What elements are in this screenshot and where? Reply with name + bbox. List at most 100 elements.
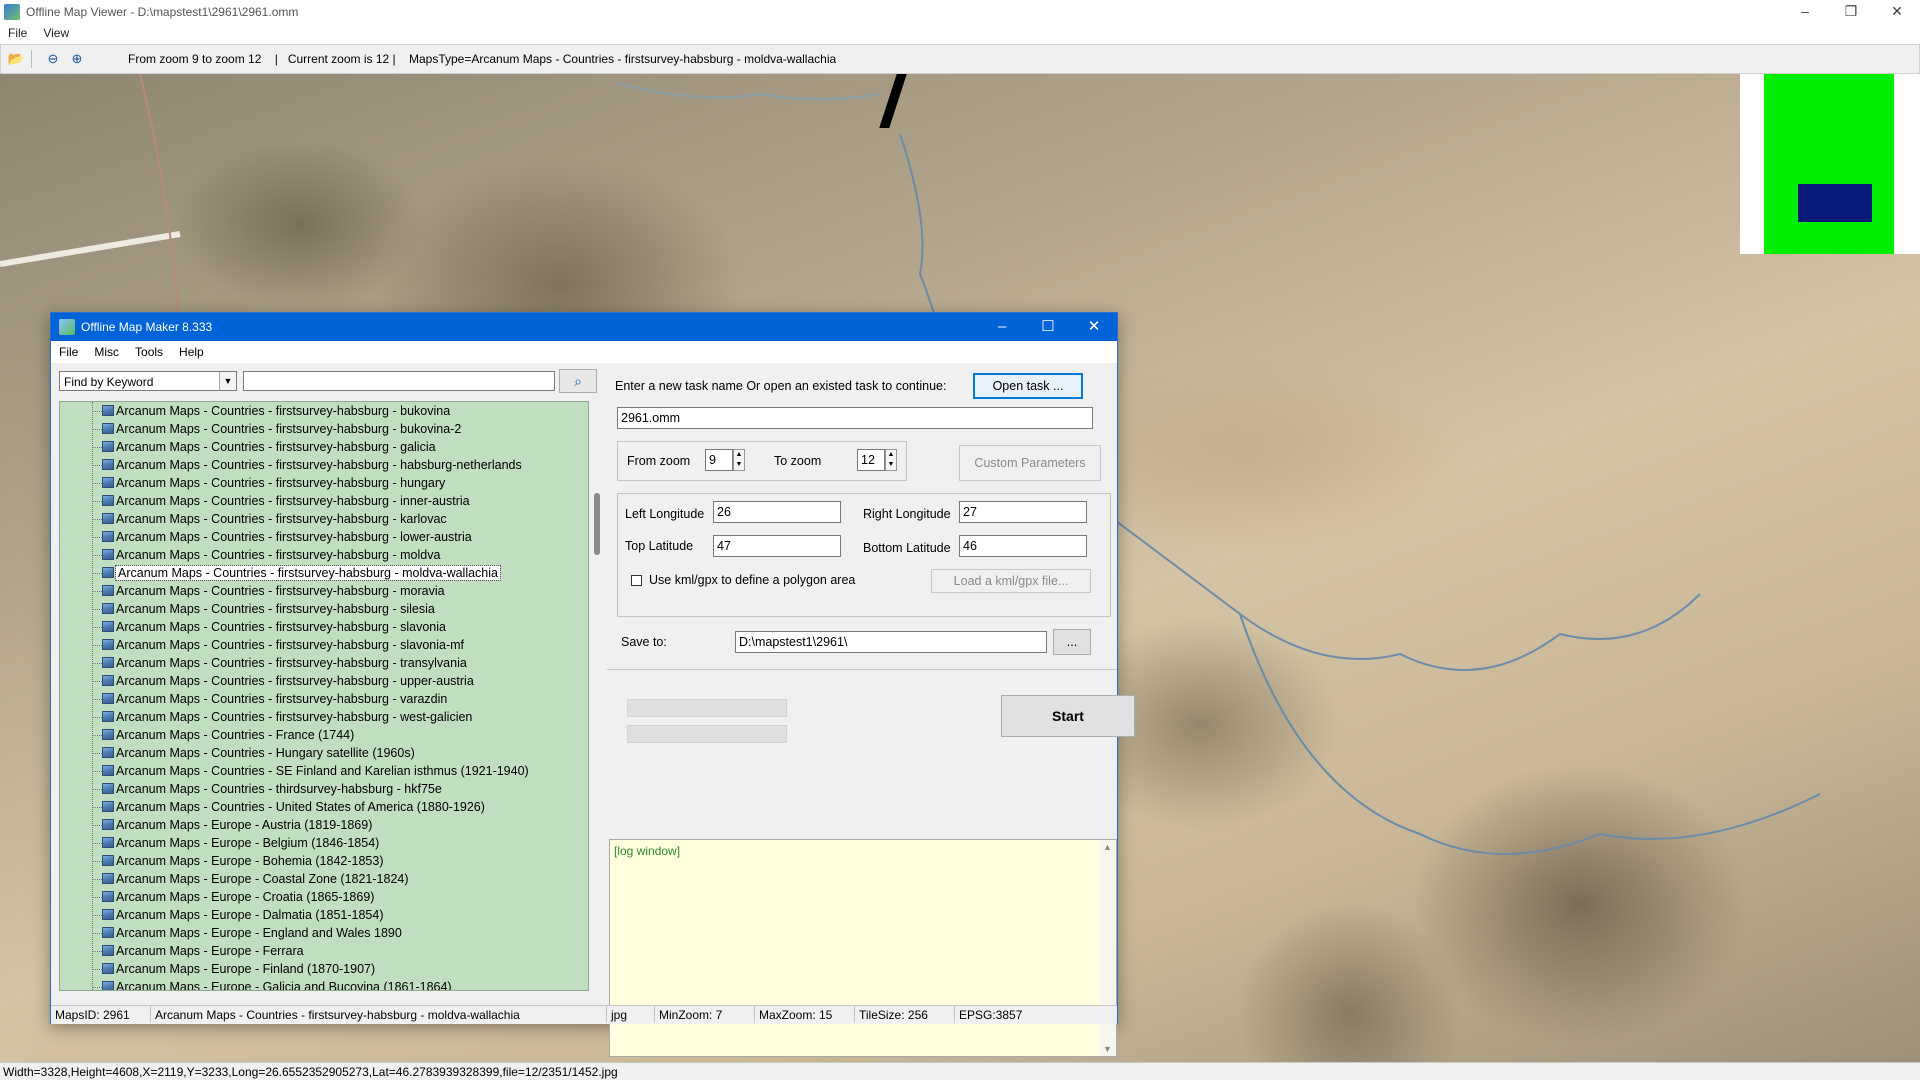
- tree-item[interactable]: Arcanum Maps - Countries - firstsurvey-h…: [60, 708, 588, 726]
- tree-item[interactable]: Arcanum Maps - Europe - Galicia and Buco…: [60, 978, 588, 990]
- tree-item[interactable]: Arcanum Maps - Countries - firstsurvey-h…: [60, 438, 588, 456]
- zoom-out-icon[interactable]: ⊖: [44, 50, 62, 68]
- custom-parameters-button[interactable]: Custom Parameters: [959, 445, 1101, 481]
- from-zoom-spinner[interactable]: ▲ ▼: [733, 449, 745, 471]
- status-min-zoom: MinZoom: 7: [655, 1006, 755, 1023]
- tree-item[interactable]: Arcanum Maps - Countries - United States…: [60, 798, 588, 816]
- overview-viewport-indicator[interactable]: [1798, 184, 1872, 222]
- tree-item[interactable]: Arcanum Maps - Europe - England and Wale…: [60, 924, 588, 942]
- zoom-in-icon[interactable]: ⊕: [68, 50, 86, 68]
- status-maps-id: MapsID: 2961: [51, 1006, 151, 1023]
- tree-item[interactable]: Arcanum Maps - Countries - firstsurvey-h…: [60, 510, 588, 528]
- tree-item[interactable]: Arcanum Maps - Europe - Belgium (1846-18…: [60, 834, 588, 852]
- tree-connector: [92, 789, 102, 790]
- tree-item-label: Arcanum Maps - Countries - firstsurvey-h…: [116, 584, 445, 598]
- tree-item[interactable]: Arcanum Maps - Countries - firstsurvey-h…: [60, 456, 588, 474]
- tree-item[interactable]: Arcanum Maps - Countries - firstsurvey-h…: [60, 474, 588, 492]
- tree-item[interactable]: Arcanum Maps - Countries - Hungary satel…: [60, 744, 588, 762]
- dialog-close-button[interactable]: ✕: [1071, 313, 1117, 341]
- save-to-field[interactable]: D:\mapstest1\2961\: [735, 631, 1047, 653]
- tree-item[interactable]: Arcanum Maps - Europe - Croatia (1865-18…: [60, 888, 588, 906]
- task-name-field[interactable]: 2961.omm: [617, 407, 1093, 429]
- dialog-minimize-button[interactable]: –: [979, 313, 1025, 341]
- right-longitude-field[interactable]: 27: [959, 501, 1087, 523]
- to-zoom-field[interactable]: 12: [857, 449, 885, 471]
- map-list-tree[interactable]: Arcanum Maps - Countries - firstsurvey-h…: [59, 401, 589, 991]
- dialog-menu-tools[interactable]: Tools: [127, 345, 171, 359]
- map-icon: [102, 891, 114, 902]
- tree-item[interactable]: Arcanum Maps - Europe - Dalmatia (1851-1…: [60, 906, 588, 924]
- kml-polygon-checkbox[interactable]: [631, 575, 642, 586]
- tree-item[interactable]: Arcanum Maps - Countries - firstsurvey-h…: [60, 654, 588, 672]
- tree-item-label: Arcanum Maps - Europe - Bohemia (1842-18…: [116, 854, 384, 868]
- browse-folder-button[interactable]: ...: [1053, 629, 1091, 655]
- tree-item-label: Arcanum Maps - Countries - firstsurvey-h…: [116, 512, 447, 526]
- tree-item[interactable]: Arcanum Maps - Countries - France (1744): [60, 726, 588, 744]
- log-window[interactable]: [log window] ▲ ▼: [609, 839, 1117, 1057]
- tree-item[interactable]: Arcanum Maps - Europe - Ferrara: [60, 942, 588, 960]
- from-zoom-field[interactable]: 9: [705, 449, 733, 471]
- tree-item[interactable]: Arcanum Maps - Countries - firstsurvey-h…: [60, 582, 588, 600]
- to-zoom-spinner[interactable]: ▲ ▼: [885, 449, 897, 471]
- search-button[interactable]: ⌕: [559, 369, 597, 393]
- tree-item[interactable]: Arcanum Maps - Europe - Bohemia (1842-18…: [60, 852, 588, 870]
- map-icon: [102, 693, 114, 704]
- tree-item[interactable]: Arcanum Maps - Countries - firstsurvey-h…: [60, 528, 588, 546]
- scroll-up-icon[interactable]: ▲: [1103, 842, 1112, 852]
- tree-item[interactable]: Arcanum Maps - Countries - firstsurvey-h…: [60, 564, 588, 582]
- map-icon: [102, 819, 114, 830]
- chevron-down-icon[interactable]: ▼: [219, 372, 236, 390]
- tree-item[interactable]: Arcanum Maps - Countries - firstsurvey-h…: [60, 546, 588, 564]
- tree-item-label: Arcanum Maps - Countries - firstsurvey-h…: [116, 494, 470, 508]
- tree-connector: [92, 735, 102, 736]
- tree-item[interactable]: Arcanum Maps - Countries - firstsurvey-h…: [60, 672, 588, 690]
- menu-view[interactable]: View: [35, 26, 77, 40]
- start-button[interactable]: Start: [1001, 695, 1135, 737]
- tree-item[interactable]: Arcanum Maps - Countries - firstsurvey-h…: [60, 402, 588, 420]
- search-icon: ⌕: [574, 373, 582, 389]
- tree-item[interactable]: Arcanum Maps - Countries - thirdsurvey-h…: [60, 780, 588, 798]
- menu-file[interactable]: File: [0, 26, 35, 40]
- status-epsg: EPSG:3857: [959, 1008, 1023, 1022]
- bottom-latitude-field[interactable]: 46: [959, 535, 1087, 557]
- scroll-down-icon[interactable]: ▼: [1103, 1044, 1112, 1054]
- open-task-button[interactable]: Open task ...: [973, 373, 1083, 399]
- open-folder-icon[interactable]: 📂: [7, 50, 25, 68]
- tree-scrollbar[interactable]: [589, 401, 606, 991]
- search-input[interactable]: [243, 371, 555, 391]
- tree-item[interactable]: Arcanum Maps - Europe - Coastal Zone (18…: [60, 870, 588, 888]
- tree-item[interactable]: Arcanum Maps - Countries - firstsurvey-h…: [60, 618, 588, 636]
- minimize-button[interactable]: –: [1782, 0, 1828, 24]
- tree-item[interactable]: Arcanum Maps - Countries - firstsurvey-h…: [60, 690, 588, 708]
- dialog-menu-misc[interactable]: Misc: [86, 345, 127, 359]
- map-maker-app-icon: [59, 319, 75, 335]
- status-format: jpg: [607, 1006, 655, 1023]
- tree-item[interactable]: Arcanum Maps - Countries - firstsurvey-h…: [60, 636, 588, 654]
- restore-button[interactable]: ❐: [1828, 0, 1874, 24]
- dialog-maximize-button[interactable]: ☐: [1025, 313, 1071, 341]
- overview-minimap[interactable]: [1764, 74, 1894, 254]
- dialog-title-bar[interactable]: Offline Map Maker 8.333 – ☐ ✕: [51, 313, 1117, 341]
- find-mode-select[interactable]: Find by Keyword ▼: [59, 371, 237, 391]
- tree-scrollbar-thumb[interactable]: [594, 493, 600, 555]
- close-button[interactable]: ✕: [1874, 0, 1920, 24]
- toolbar-separator: [31, 50, 32, 68]
- map-icon: [102, 963, 114, 974]
- tree-item[interactable]: Arcanum Maps - Europe - Austria (1819-18…: [60, 816, 588, 834]
- tree-item-label: Arcanum Maps - Europe - Coastal Zone (18…: [116, 872, 409, 886]
- status-tile-size: TileSize: 256: [855, 1006, 955, 1023]
- left-longitude-field[interactable]: 26: [713, 501, 841, 523]
- tree-item[interactable]: Arcanum Maps - Countries - firstsurvey-h…: [60, 492, 588, 510]
- load-kml-button[interactable]: Load a kml/gpx file...: [931, 569, 1091, 593]
- map-icon: [102, 495, 114, 506]
- tree-item[interactable]: Arcanum Maps - Countries - SE Finland an…: [60, 762, 588, 780]
- tree-item[interactable]: Arcanum Maps - Countries - firstsurvey-h…: [60, 420, 588, 438]
- tree-item[interactable]: Arcanum Maps - Countries - firstsurvey-h…: [60, 600, 588, 618]
- top-latitude-field[interactable]: 47: [713, 535, 841, 557]
- dialog-menu-help[interactable]: Help: [171, 345, 212, 359]
- find-mode-value: Find by Keyword: [64, 375, 154, 389]
- tree-item[interactable]: Arcanum Maps - Europe - Finland (1870-19…: [60, 960, 588, 978]
- dialog-menu-file[interactable]: File: [51, 345, 86, 359]
- map-icon: [102, 423, 114, 434]
- right-longitude-label: Right Longitude: [863, 507, 951, 521]
